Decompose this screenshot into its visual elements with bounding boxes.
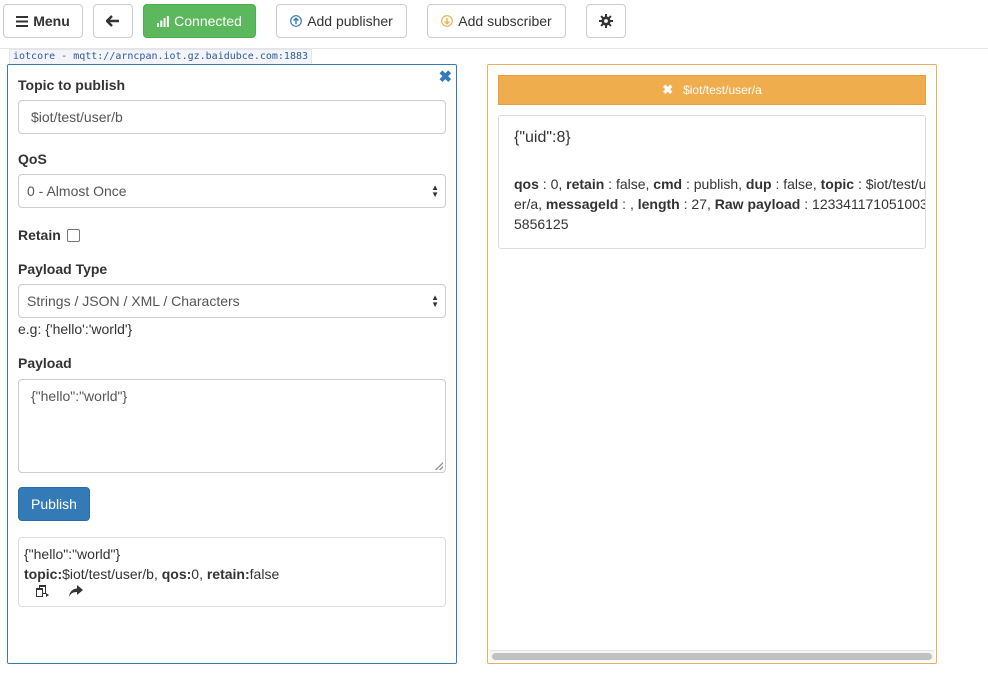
- horizontal-scrollbar[interactable]: [490, 650, 934, 661]
- topic-key: topic: [820, 176, 855, 192]
- payload-type-select[interactable]: Strings / JSON / XML / Characters ▲ ▼: [18, 284, 446, 318]
- subscriber-panel: ✖ $iot/test/user/a {"uid":8} qos : 0, re…: [487, 64, 937, 664]
- close-icon: ✖: [438, 69, 452, 86]
- add-publisher-label: Add publisher: [307, 13, 393, 29]
- close-publisher-button[interactable]: ✖: [439, 67, 452, 87]
- publisher-panel: ✖ Topic to publish $iot/test/user/b QoS …: [7, 64, 457, 664]
- resize-handle[interactable]: [435, 462, 443, 470]
- history-actions: [24, 584, 440, 598]
- settings-button[interactable]: [586, 4, 626, 38]
- qos-key: qos: [514, 176, 539, 192]
- length-val: 27: [691, 196, 707, 212]
- signal-icon: [157, 15, 170, 27]
- retain-key: retain: [566, 176, 605, 192]
- qos-select[interactable]: 0 - Almost Once ▲ ▼: [18, 174, 446, 208]
- messageid-key: messageId: [545, 196, 619, 212]
- connected-button[interactable]: Connected: [143, 4, 256, 38]
- connection-label: iotcore - mqtt://arncpan.iot.gz.baidubce…: [9, 49, 313, 65]
- topic-input[interactable]: $iot/test/user/b: [18, 100, 446, 134]
- dup-val: false: [783, 176, 813, 192]
- message-item: {"uid":8} qos : 0, retain : false, cmd :…: [498, 115, 926, 249]
- publish-label: Publish: [31, 496, 77, 512]
- history-retain-val: false: [249, 566, 280, 582]
- gear-icon: [599, 14, 613, 28]
- payload-type-value: Strings / JSON / XML / Characters: [27, 293, 240, 309]
- length-key: length: [637, 196, 680, 212]
- publish-history-item: {"hello":"world"} topic:$iot/test/user/b…: [18, 537, 446, 607]
- add-publisher-button[interactable]: Add publisher: [276, 4, 407, 38]
- message-meta: qos : 0, retain : false, cmd : publish, …: [514, 174, 925, 234]
- arrow-left-icon: [106, 15, 119, 27]
- scrollbar-thumb[interactable]: [492, 653, 932, 660]
- connected-label: Connected: [174, 13, 242, 29]
- payload-textarea[interactable]: {"hello":"world"}: [18, 379, 446, 473]
- select-arrows-icon: ▲ ▼: [431, 293, 439, 309]
- history-payload: {"hello":"world"}: [24, 546, 121, 562]
- subscriber-topic: $iot/test/user/a: [683, 83, 762, 97]
- menu-label: Menu: [33, 13, 70, 29]
- payload-hint: e.g: {'hello':'world'}: [18, 321, 133, 337]
- share-icon[interactable]: [68, 584, 84, 598]
- toolbar: Menu Connected Add publisher Add subscri…: [0, 0, 988, 49]
- raw-payload-key: Raw payload: [714, 196, 801, 212]
- copy-icon[interactable]: [34, 584, 50, 598]
- circle-arrow-down-icon: [441, 15, 454, 27]
- qos-select-value: 0 - Almost Once: [27, 183, 127, 199]
- retain-label: Retain: [18, 227, 61, 243]
- topic-label: Topic to publish: [18, 77, 126, 93]
- dup-key: dup: [745, 176, 772, 192]
- cmd-key: cmd: [653, 176, 683, 192]
- back-button[interactable]: [93, 4, 133, 38]
- retain-row: Retain: [18, 227, 80, 243]
- close-icon[interactable]: ✖: [662, 82, 673, 98]
- subscriber-header[interactable]: ✖ $iot/test/user/a: [498, 75, 926, 105]
- add-subscriber-button[interactable]: Add subscriber: [427, 4, 566, 38]
- history-qos-val: 0: [191, 566, 200, 582]
- cmd-val: publish: [693, 176, 739, 192]
- history-meta: topic:$iot/test/user/b, qos:0, retain:fa…: [24, 566, 280, 582]
- qos-val: 0: [550, 176, 559, 192]
- menu-button[interactable]: Menu: [3, 4, 83, 38]
- payload-label: Payload: [18, 355, 72, 371]
- history-retain-key: retain:: [206, 566, 250, 582]
- history-qos-key: qos:: [161, 566, 192, 582]
- topic-input-value: $iot/test/user/b: [31, 109, 123, 125]
- publish-button[interactable]: Publish: [18, 487, 90, 521]
- select-arrows-icon: ▲ ▼: [431, 183, 439, 199]
- add-subscriber-label: Add subscriber: [458, 13, 552, 29]
- payload-textarea-value: {"hello":"world"}: [31, 388, 128, 404]
- hamburger-icon: [16, 15, 29, 27]
- qos-label: QoS: [18, 151, 47, 167]
- history-topic-val: $iot/test/user/b: [62, 566, 154, 582]
- message-payload: {"uid":8}: [514, 129, 571, 146]
- history-topic-key: topic:: [24, 566, 63, 582]
- retain-val: false: [615, 176, 646, 192]
- circle-arrow-up-icon: [290, 15, 303, 27]
- payload-type-label: Payload Type: [18, 261, 108, 277]
- retain-checkbox[interactable]: [66, 228, 80, 242]
